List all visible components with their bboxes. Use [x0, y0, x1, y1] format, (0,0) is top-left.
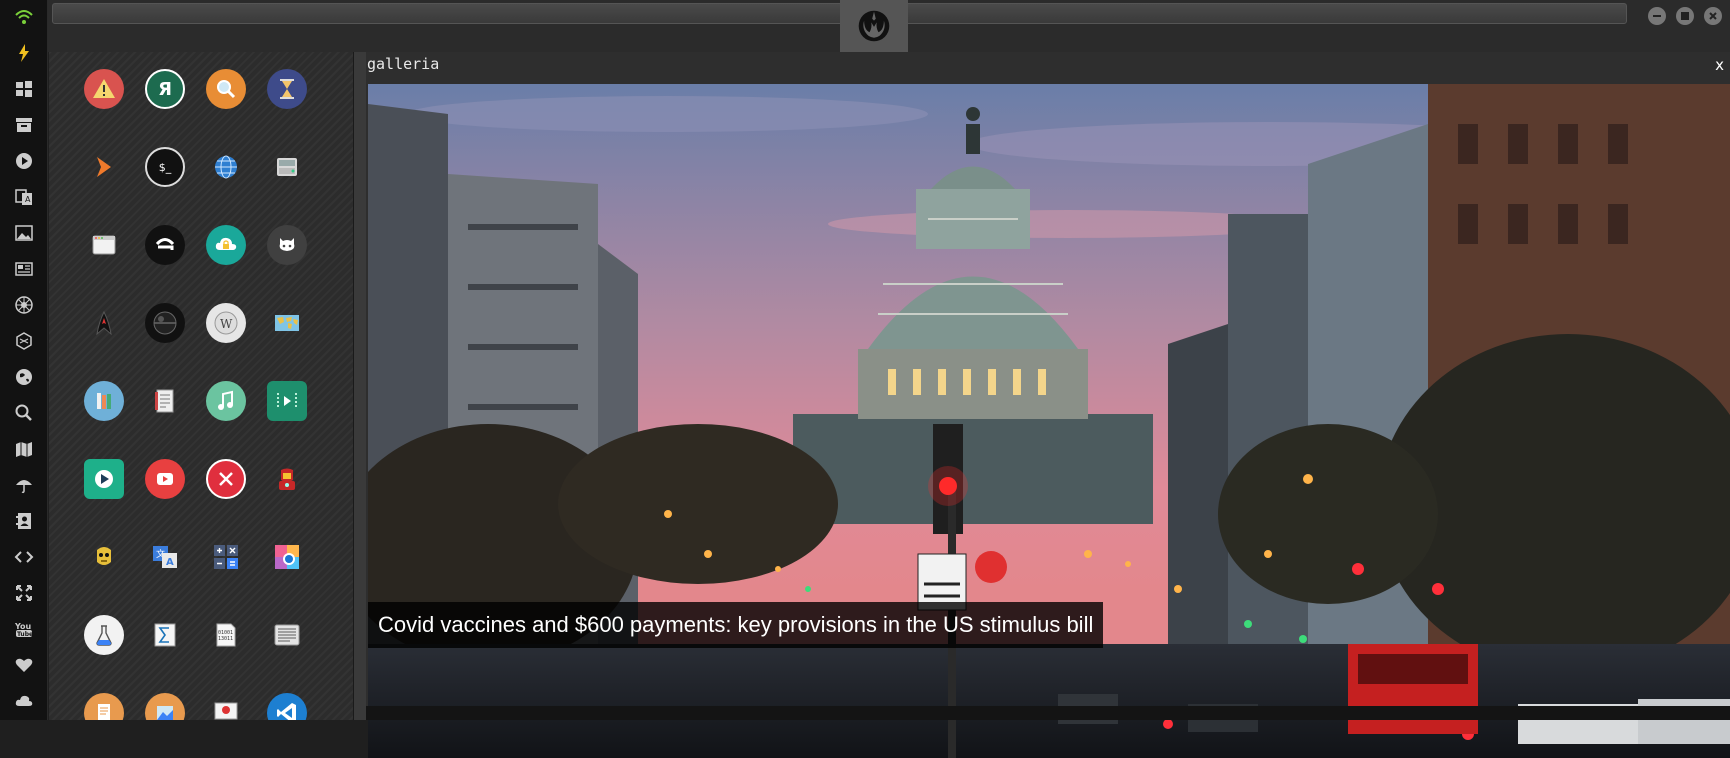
gallery-title: galleria — [367, 55, 440, 73]
binary-app-icon[interactable]: 01001 13011 — [206, 615, 246, 655]
panel-splitter[interactable] — [354, 52, 366, 720]
library-app-icon[interactable] — [84, 381, 124, 421]
gallery-footer — [366, 706, 1730, 720]
vscode-app-icon[interactable] — [267, 693, 307, 720]
yandex-app-icon[interactable]: Я — [145, 69, 185, 109]
wikipedia-app-icon[interactable]: W — [206, 303, 246, 343]
svg-text:You: You — [14, 622, 32, 631]
chat-app-icon[interactable] — [145, 225, 185, 265]
windows-icon[interactable] — [0, 74, 48, 104]
death-star-app-icon[interactable] — [145, 303, 185, 343]
heart-icon[interactable] — [0, 650, 48, 680]
hexagon-icon[interactable] — [0, 326, 48, 356]
text-editor-app-icon[interactable] — [267, 615, 307, 655]
browser-app-icon[interactable] — [267, 537, 307, 577]
umbrella-icon[interactable] — [0, 470, 48, 500]
translate-icon[interactable]: A — [0, 182, 48, 212]
map-icon[interactable] — [0, 434, 48, 464]
video-app-icon[interactable] — [267, 381, 307, 421]
youtube-icon[interactable]: You Tube — [0, 614, 48, 644]
search-icon[interactable] — [0, 398, 48, 428]
calculator-app-icon[interactable] — [206, 537, 246, 577]
translate-app-icon[interactable]: 文A — [145, 537, 185, 577]
youtube-app-icon[interactable] — [145, 459, 185, 499]
gallery-close-button[interactable]: x — [1715, 56, 1724, 74]
cancel-app-icon[interactable] — [206, 459, 246, 499]
top-bar — [48, 0, 1730, 52]
chemistry-app-icon[interactable] — [84, 615, 124, 655]
photo-app-icon[interactable] — [145, 693, 185, 720]
rebel-alliance-icon — [858, 10, 890, 42]
galactic-empire-icon[interactable] — [0, 290, 48, 320]
minimize-icon[interactable] — [1648, 7, 1666, 25]
world-map-app-icon[interactable] — [267, 303, 307, 343]
archive-icon[interactable] — [0, 110, 48, 140]
hourglass-app-icon[interactable] — [267, 69, 307, 109]
cloud-icon[interactable] — [0, 686, 48, 716]
window-app-icon[interactable] — [84, 225, 124, 265]
cloud-lock-app-icon[interactable] — [206, 225, 246, 265]
notebook-app-icon[interactable] — [145, 381, 185, 421]
lightning-icon[interactable] — [0, 38, 48, 68]
svg-text:W: W — [220, 317, 233, 331]
newspaper-icon[interactable] — [0, 254, 48, 284]
code-icon[interactable] — [0, 542, 48, 572]
document-app-icon[interactable] — [84, 693, 124, 720]
globe-app-icon[interactable] — [206, 147, 246, 187]
svg-text:A: A — [166, 557, 174, 568]
arrow-app-icon[interactable] — [84, 147, 124, 187]
app-drawer: Я $_ W 文 A 01001 13011 — [49, 52, 354, 720]
search-app-icon[interactable] — [206, 69, 246, 109]
active-tab[interactable] — [840, 0, 908, 52]
svg-text:13011: 13011 — [218, 636, 233, 642]
media-player-app-icon[interactable] — [84, 459, 124, 499]
gallery-panel: galleria x Covid vaccines and $600 payme… — [366, 52, 1730, 758]
sigma-app-icon[interactable] — [145, 615, 185, 655]
expand-icon[interactable] — [0, 578, 48, 608]
left-dock: A You Tube — [0, 0, 48, 720]
presentation-app-icon[interactable] — [206, 693, 246, 720]
drive-app-icon[interactable] — [267, 147, 307, 187]
svg-text:Tube: Tube — [17, 631, 33, 638]
maximize-icon[interactable] — [1676, 7, 1694, 25]
capitol-photo-illustration — [368, 84, 1730, 758]
terminal-app-icon[interactable]: $_ — [145, 147, 185, 187]
image-icon[interactable] — [0, 218, 48, 248]
gallery-header: galleria x — [366, 52, 1730, 84]
github-app-icon[interactable] — [267, 225, 307, 265]
close-icon[interactable] — [1704, 7, 1722, 25]
gallery-photo[interactable] — [368, 84, 1730, 758]
iron-man-app-icon[interactable] — [267, 459, 307, 499]
music-app-icon[interactable] — [206, 381, 246, 421]
play-circle-icon[interactable] — [0, 146, 48, 176]
starfleet-app-icon[interactable] — [84, 303, 124, 343]
alert-app-icon[interactable] — [84, 69, 124, 109]
wifi-icon[interactable] — [0, 2, 48, 32]
contacts-icon[interactable] — [0, 506, 48, 536]
svg-text:A: A — [25, 195, 31, 204]
c3po-app-icon[interactable] — [84, 537, 124, 577]
globe-icon[interactable] — [0, 362, 48, 392]
photo-caption: Covid vaccines and $600 payments: key pr… — [368, 602, 1104, 648]
